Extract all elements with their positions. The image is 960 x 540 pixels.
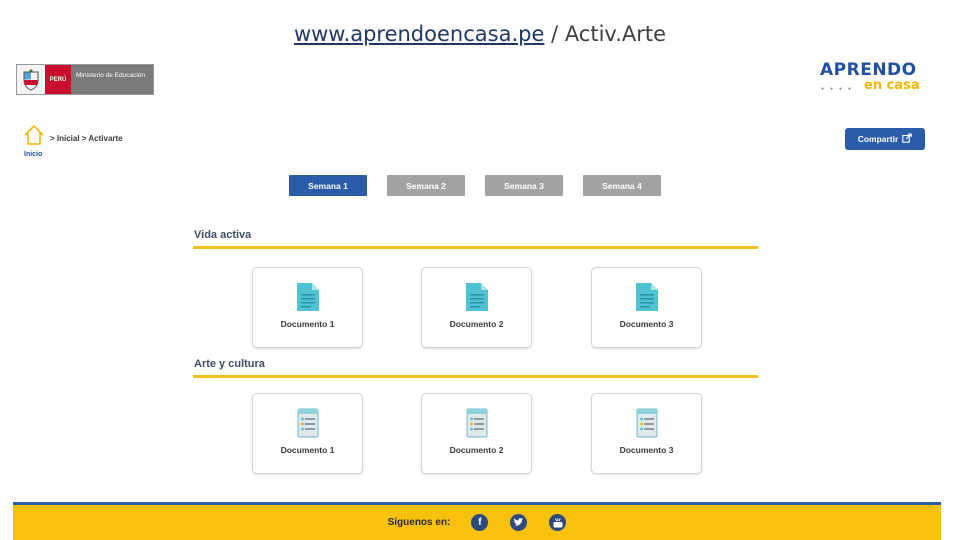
checklist-document-icon [636,408,658,438]
twitter-icon[interactable] [510,514,528,531]
card-label: Documento 3 [619,445,674,455]
breadcrumb: > Inicial > Activarte [50,134,123,143]
facebook-icon[interactable]: f [471,514,489,531]
document-icon [636,283,658,311]
tab-week-1[interactable]: Semana 1 [289,175,367,196]
card-label: Documento 3 [619,319,674,329]
document-card[interactable]: Documento 2 [421,393,532,474]
brand-dots-decoration: ●●●● [821,86,858,92]
section-divider [193,246,758,249]
ministry-name: Ministerio de Educación [71,65,153,94]
home-icon[interactable] [23,124,45,146]
share-button[interactable]: Compartir [845,128,925,150]
document-card[interactable]: Documento 3 [591,267,702,348]
aprendo-en-casa-logo[interactable]: APRENDO ●●●● en casa [820,62,928,96]
document-card[interactable]: Documento 1 [252,393,363,474]
slide: www.aprendoencasa.pe / Activ.Arte PERÚ M… [0,0,960,540]
document-card[interactable]: Documento 3 [591,393,702,474]
ministry-logo[interactable]: PERÚ Ministerio de Educación [16,64,154,95]
site-link[interactable]: www.aprendoencasa.pe [294,22,544,46]
follow-us-label: Síguenos en: [387,517,451,528]
card-label: Documento 2 [449,445,504,455]
document-icon [297,283,319,311]
youtube-icon[interactable] [549,514,567,531]
section-title-arte-y-cultura: Arte y cultura [194,358,265,370]
footer-bar: Síguenos en: f [13,502,941,540]
section-divider [193,375,758,378]
checklist-document-icon [297,408,319,438]
brand-line-1: APRENDO [820,60,917,80]
tab-week-3[interactable]: Semana 3 [485,175,563,196]
card-label: Documento 2 [449,319,504,329]
country-label: PERÚ [45,65,71,94]
document-card[interactable]: Documento 2 [421,267,532,348]
card-label: Documento 1 [280,319,335,329]
title-section: Activ.Arte [564,22,667,46]
document-card[interactable]: Documento 1 [252,267,363,348]
brand-line-2: en casa [864,78,920,93]
card-label: Documento 1 [280,445,335,455]
share-button-label: Compartir [857,134,899,144]
slide-title: www.aprendoencasa.pe / Activ.Arte [0,22,960,46]
document-icon [466,283,488,311]
tab-week-4[interactable]: Semana 4 [583,175,661,196]
title-separator: / [544,22,565,46]
checklist-document-icon [466,408,488,438]
coat-of-arms-icon [17,65,45,94]
share-icon [902,133,913,145]
week-tabs: Semana 1 Semana 2 Semana 3 Semana 4 [289,175,661,196]
section-title-vida-activa: Vida activa [194,229,252,241]
home-link[interactable]: Inicio [24,151,42,158]
tab-week-2[interactable]: Semana 2 [387,175,465,196]
